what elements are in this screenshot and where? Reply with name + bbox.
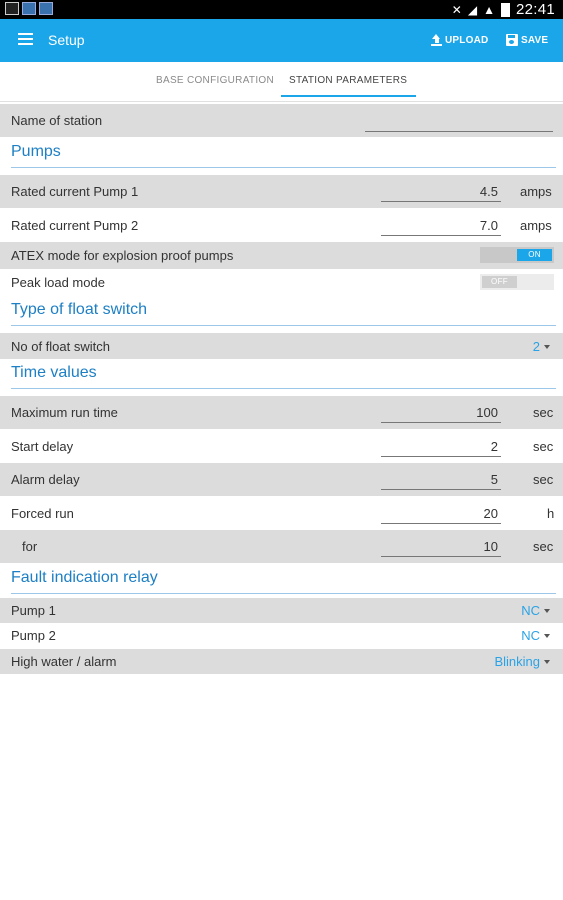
- rated-current-pump2-row: Rated current Pump 2 7.0 amps: [0, 209, 563, 242]
- station-name-input[interactable]: [365, 116, 553, 132]
- app-notification-icon: [39, 2, 53, 15]
- save-label: SAVE: [521, 34, 549, 46]
- forced-run-row: Forced run 20 h: [0, 497, 563, 530]
- active-tab-indicator: [281, 95, 416, 97]
- fault-relay-high-water-value: Blinking: [494, 654, 540, 669]
- forced-run-label: Forced run: [11, 506, 74, 521]
- rated-current-pump2-unit: amps: [520, 218, 552, 233]
- start-delay-unit: sec: [533, 439, 554, 454]
- forced-run-for-row: for 10 sec: [0, 530, 563, 563]
- atex-mode-label: ATEX mode for explosion proof pumps: [11, 248, 234, 263]
- save-button[interactable]: SAVE: [506, 34, 548, 46]
- section-heading-pumps: Pumps: [11, 143, 556, 168]
- alarm-delay-label: Alarm delay: [11, 472, 80, 487]
- start-delay-input[interactable]: 2: [381, 439, 501, 457]
- peak-load-row: Peak load mode OFF: [0, 269, 563, 296]
- max-run-time-unit: sec: [533, 405, 554, 420]
- start-delay-row: Start delay 2 sec: [0, 430, 563, 463]
- section-heading-fault-relay: Fault indication relay: [11, 569, 556, 594]
- forced-run-for-label: for: [22, 539, 38, 554]
- fault-relay-high-water-row: High water / alarm Blinking: [0, 649, 563, 674]
- signal-icon: ▲: [483, 2, 495, 17]
- peak-load-toggle-state: OFF: [482, 276, 517, 288]
- section-heading-time-values: Time values: [11, 364, 556, 389]
- status-bar: ✕ ◢ ▲ 22:41: [0, 0, 563, 19]
- forced-run-for-unit: sec: [533, 539, 554, 554]
- fault-relay-pump1-dropdown[interactable]: NC: [521, 603, 550, 618]
- rated-current-pump1-label: Rated current Pump 1: [11, 184, 139, 199]
- fault-relay-high-water-label: High water / alarm: [11, 654, 117, 669]
- tab-bar: BASE CONFIGURATION STATION PARAMETERS: [0, 62, 563, 102]
- rated-current-pump2-input[interactable]: 7.0: [381, 218, 501, 236]
- fault-relay-pump1-label: Pump 1: [11, 603, 56, 618]
- battery-icon: [500, 2, 510, 17]
- atex-mode-row: ATEX mode for explosion proof pumps ON: [0, 242, 563, 269]
- atex-mode-toggle-state: ON: [517, 249, 552, 261]
- fault-relay-pump1-value: NC: [521, 603, 540, 618]
- peak-load-label: Peak load mode: [11, 275, 105, 290]
- photo-notification-icon: [5, 2, 19, 15]
- dropdown-arrow-icon: [544, 609, 550, 613]
- app-notification-icon: [22, 2, 36, 15]
- float-switch-count-dropdown[interactable]: 2: [533, 339, 550, 354]
- peak-load-toggle[interactable]: OFF: [480, 274, 554, 290]
- max-run-time-label: Maximum run time: [11, 405, 118, 420]
- clock: 22:41: [515, 1, 555, 18]
- float-switch-count-label: No of float switch: [11, 339, 110, 354]
- max-run-time-input[interactable]: 100: [381, 405, 501, 423]
- fault-relay-pump2-value: NC: [521, 628, 540, 643]
- dropdown-arrow-icon: [544, 660, 550, 664]
- fault-relay-pump2-label: Pump 2: [11, 628, 56, 643]
- dropdown-arrow-icon: [544, 345, 550, 349]
- max-run-time-row: Maximum run time 100 sec: [0, 396, 563, 429]
- system-icons: ✕ ◢ ▲ 22:41: [452, 1, 555, 18]
- section-heading-float-switch: Type of float switch: [11, 301, 556, 326]
- alarm-delay-input[interactable]: 5: [381, 472, 501, 490]
- wifi-icon: ◢: [467, 2, 478, 17]
- page-title: Setup: [48, 32, 85, 48]
- upload-icon: [431, 34, 442, 46]
- alarm-delay-row: Alarm delay 5 sec: [0, 463, 563, 496]
- dropdown-arrow-icon: [544, 634, 550, 638]
- upload-button[interactable]: UPLOAD: [431, 34, 488, 46]
- mute-icon: ✕: [451, 2, 462, 17]
- forced-run-for-input[interactable]: 10: [381, 539, 501, 557]
- forced-run-unit: h: [547, 506, 555, 521]
- fault-relay-pump1-row: Pump 1 NC: [0, 598, 563, 623]
- save-icon: [506, 34, 518, 46]
- atex-mode-toggle[interactable]: ON: [480, 247, 554, 263]
- start-delay-label: Start delay: [11, 439, 74, 454]
- float-switch-count-row: No of float switch 2: [0, 333, 563, 359]
- tab-base-configuration[interactable]: BASE CONFIGURATION: [156, 75, 274, 86]
- fault-relay-pump2-dropdown[interactable]: NC: [521, 628, 550, 643]
- fault-relay-pump2-row: Pump 2 NC: [0, 623, 563, 648]
- alarm-delay-unit: sec: [533, 472, 554, 487]
- upload-label: UPLOAD: [445, 34, 489, 46]
- station-name-row: Name of station: [0, 104, 563, 137]
- rated-current-pump1-row: Rated current Pump 1 4.5 amps: [0, 175, 563, 208]
- float-switch-count-value: 2: [532, 339, 540, 354]
- app-bar: Setup UPLOAD SAVE: [0, 19, 563, 62]
- fault-relay-high-water-dropdown[interactable]: Blinking: [494, 654, 550, 669]
- rated-current-pump1-input[interactable]: 4.5: [381, 184, 501, 202]
- station-name-label: Name of station: [11, 113, 103, 128]
- notification-icons: [5, 2, 53, 15]
- menu-icon[interactable]: [18, 33, 33, 46]
- rated-current-pump1-unit: amps: [520, 184, 552, 199]
- tab-station-parameters[interactable]: STATION PARAMETERS: [289, 75, 407, 86]
- forced-run-input[interactable]: 20: [381, 506, 501, 524]
- rated-current-pump2-label: Rated current Pump 2: [11, 218, 139, 233]
